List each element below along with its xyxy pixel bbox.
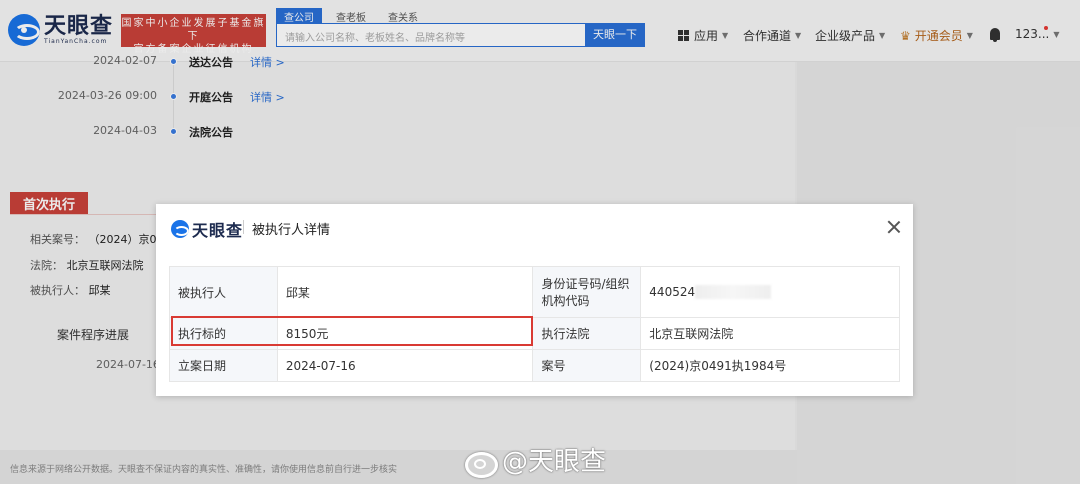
- field-value: 邱某: [276, 266, 534, 318]
- field-value: 2024-07-16: [276, 349, 534, 382]
- weibo-watermark: @天眼查: [462, 441, 606, 478]
- modal-header: 天眼查 被执行人详情: [156, 204, 913, 251]
- detail-table: 被执行人 邱某 身份证号码/组织机构代码 440524 执行标的 8150元 执…: [169, 266, 900, 382]
- modal-logo-text: 天眼查: [192, 221, 244, 240]
- field-value: (2024)京0491执1984号: [640, 349, 900, 382]
- header-divider: [243, 220, 244, 234]
- close-icon[interactable]: [886, 219, 902, 235]
- modal-logo: 天眼查: [171, 217, 243, 241]
- field-label: 身份证号码/组织机构代码: [532, 266, 642, 318]
- table-row: 立案日期 2024-07-16 案号 (2024)京0491执1984号: [169, 349, 900, 382]
- id-number-cell: 440524: [640, 266, 900, 318]
- table-row: 执行标的 8150元 执行法院 北京互联网法院: [169, 317, 900, 350]
- field-label: 案号: [532, 349, 642, 382]
- executed-person-modal: 天眼查 被执行人详情 被执行人 邱某 身份证号码/组织机构代码 440524 执…: [156, 204, 913, 396]
- field-value: 北京互联网法院: [640, 317, 900, 350]
- field-label: 立案日期: [169, 349, 278, 382]
- id-number-value: 440524: [649, 284, 696, 299]
- logo-eye-icon: [171, 220, 189, 238]
- field-label: 执行法院: [532, 317, 642, 350]
- field-label: 被执行人: [169, 266, 278, 318]
- watermark-text: @天眼查: [502, 447, 607, 477]
- table-row: 被执行人 邱某 身份证号码/组织机构代码 440524: [169, 266, 900, 318]
- field-label: 执行标的: [169, 317, 278, 350]
- field-value: 8150元: [276, 317, 534, 350]
- modal-title: 被执行人详情: [252, 223, 331, 238]
- weibo-icon: [462, 445, 500, 478]
- redaction-mask: [695, 285, 772, 300]
